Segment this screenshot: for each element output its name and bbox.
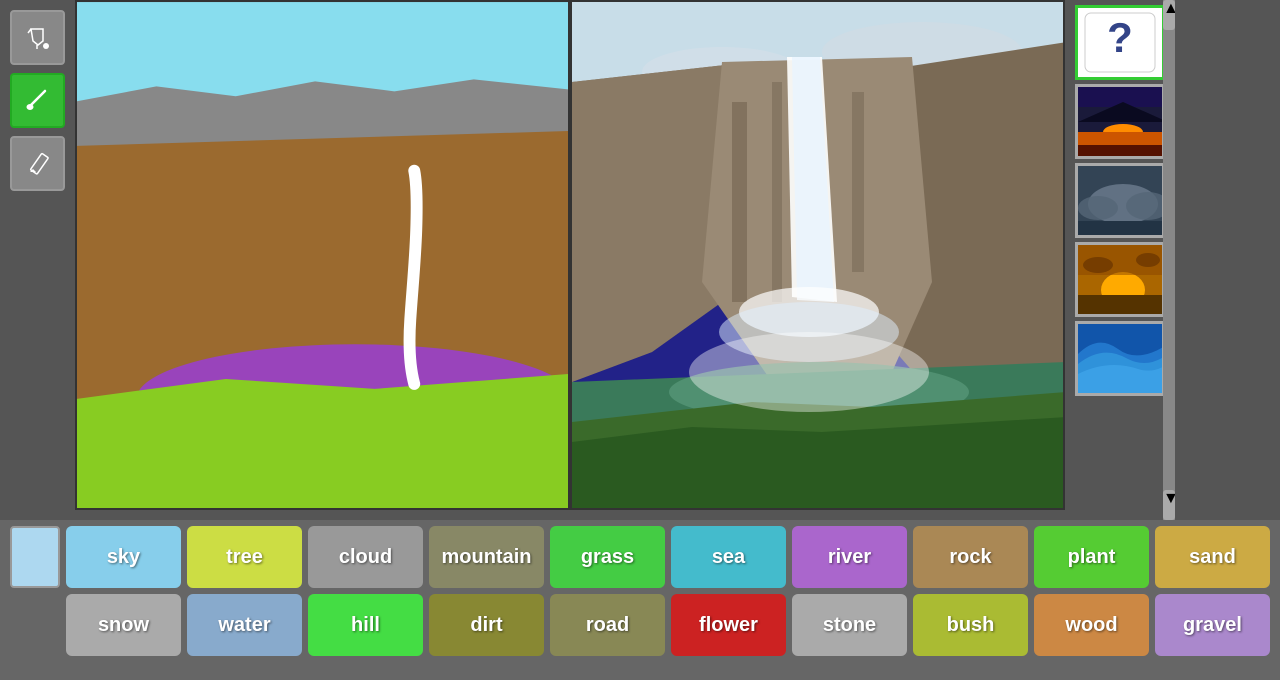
cloud-button[interactable]: cloud bbox=[308, 526, 423, 588]
scrollbar[interactable]: ▲ ▼ bbox=[1163, 0, 1175, 520]
sea-button[interactable]: sea bbox=[671, 526, 786, 588]
fill-tool-button[interactable] bbox=[10, 10, 65, 65]
thumbnail-dice[interactable]: ? bbox=[1075, 5, 1165, 80]
pencil-tool-button[interactable] bbox=[10, 136, 65, 191]
bush-button[interactable]: bush bbox=[913, 594, 1028, 656]
label-row-1: sky tree cloud mountain grass sea river … bbox=[10, 526, 1270, 588]
thumbnail-sunset2[interactable] bbox=[1075, 242, 1165, 317]
hill-button[interactable]: hill bbox=[308, 594, 423, 656]
toolbar bbox=[0, 0, 75, 520]
mountain-button[interactable]: mountain bbox=[429, 526, 544, 588]
rock-button[interactable]: rock bbox=[913, 526, 1028, 588]
snow-button[interactable]: snow bbox=[66, 594, 181, 656]
sky-button[interactable]: sky bbox=[66, 526, 181, 588]
flower-button[interactable]: flower bbox=[671, 594, 786, 656]
wood-button[interactable]: wood bbox=[1034, 594, 1149, 656]
thumbnails-panel: ? bbox=[1065, 0, 1175, 520]
thumbnail-clouds[interactable] bbox=[1075, 163, 1165, 238]
scroll-up-arrow[interactable]: ▲ bbox=[1163, 0, 1175, 30]
sand-button[interactable]: sand bbox=[1155, 526, 1270, 588]
label-row-2: snow water hill dirt road flower stone b… bbox=[10, 594, 1270, 656]
thumbnail-wave[interactable] bbox=[1075, 321, 1165, 396]
plant-button[interactable]: plant bbox=[1034, 526, 1149, 588]
river-button[interactable]: river bbox=[792, 526, 907, 588]
scroll-down-arrow[interactable]: ▼ bbox=[1163, 490, 1175, 520]
road-button[interactable]: road bbox=[550, 594, 665, 656]
brush-tool-button[interactable] bbox=[10, 73, 65, 128]
water-button[interactable]: water bbox=[187, 594, 302, 656]
svg-text:?: ? bbox=[1107, 14, 1133, 61]
gravel-button[interactable]: gravel bbox=[1155, 594, 1270, 656]
bottom-panel: sky tree cloud mountain grass sea river … bbox=[0, 520, 1280, 680]
color-swatch[interactable] bbox=[10, 526, 60, 588]
reference-image bbox=[570, 0, 1065, 510]
stone-button[interactable]: stone bbox=[792, 594, 907, 656]
tree-button[interactable]: tree bbox=[187, 526, 302, 588]
thumbnail-sunset1[interactable] bbox=[1075, 84, 1165, 159]
grass-button[interactable]: grass bbox=[550, 526, 665, 588]
drawing-canvas[interactable] bbox=[75, 0, 570, 510]
dirt-button[interactable]: dirt bbox=[429, 594, 544, 656]
